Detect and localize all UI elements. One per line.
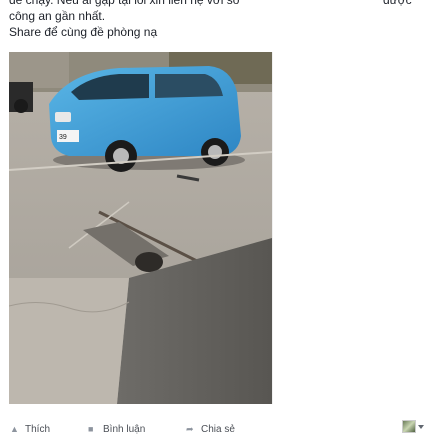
share-label: Chia sẻ bbox=[201, 424, 235, 435]
post-line-1: để chạy. Nếu ai gặp tại lỗi xin liên hệ … bbox=[9, 0, 240, 7]
comment-icon: ■ bbox=[88, 424, 94, 434]
audience-selector[interactable] bbox=[402, 420, 424, 433]
photo-edge bbox=[272, 52, 273, 404]
photo-scene: 39 bbox=[9, 52, 272, 404]
post-trailing-word: được bbox=[383, 0, 412, 7]
like-label: Thích bbox=[25, 424, 51, 435]
avatar-icon bbox=[402, 420, 416, 433]
post-photo[interactable]: 39 bbox=[9, 52, 272, 404]
thumbs-up-icon: ▲ bbox=[10, 424, 19, 434]
post-message: để chạy. Nếu ai gặp tại lỗi xin liên hệ … bbox=[9, 0, 429, 40]
post-line-2: công an gần nhất. bbox=[9, 9, 106, 23]
share-button[interactable]: ➦ Chia sẻ bbox=[186, 424, 235, 435]
comment-button[interactable]: ■ Bình luận bbox=[88, 424, 145, 435]
post-actions: ▲ Thích ■ Bình luận ➦ Chia sẻ bbox=[0, 420, 437, 440]
post-line-3: Share để cùng đề phòng nạ bbox=[9, 25, 158, 39]
share-icon: ➦ bbox=[186, 424, 194, 434]
comment-label: Bình luận bbox=[103, 424, 146, 435]
plate-text: 39 bbox=[59, 134, 67, 141]
like-button[interactable]: ▲ Thích bbox=[10, 424, 50, 435]
chevron-down-icon bbox=[418, 424, 424, 429]
